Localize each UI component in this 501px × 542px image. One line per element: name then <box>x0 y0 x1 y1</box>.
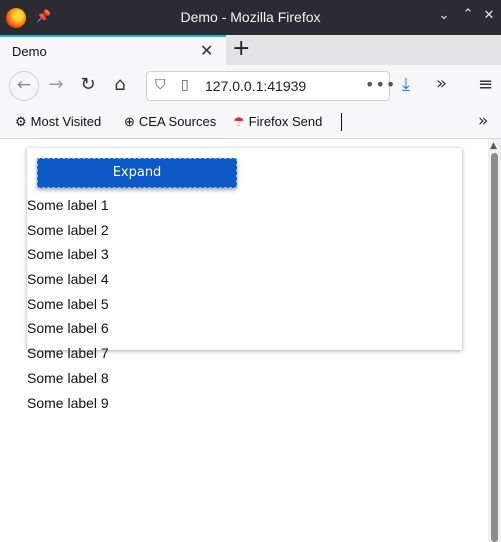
window-titlebar: 📌 Demo - Mozilla Firefox ⌄ ⌃ ✕ <box>0 0 501 35</box>
tab-demo[interactable]: Demo ✕ <box>0 35 226 65</box>
forward-icon[interactable]: → <box>44 74 68 95</box>
label-item: Some label 4 <box>27 271 109 288</box>
bookmark-firefox-send[interactable]: ☂ Firefox Send <box>233 114 322 130</box>
bookmark-most-visited[interactable]: ⚙ Most Visited <box>15 114 101 130</box>
hamburger-menu-icon[interactable]: ≡ <box>478 74 493 95</box>
close-tab-icon[interactable]: ✕ <box>200 41 213 60</box>
window-title: Demo - Mozilla Firefox <box>180 9 321 25</box>
gear-icon: ⚙ <box>15 114 27 129</box>
overflow-menu-icon[interactable]: » <box>436 73 447 94</box>
text-cursor <box>341 113 342 131</box>
close-icon[interactable]: ✕ <box>481 8 497 23</box>
globe-icon: ⊕ <box>124 114 135 129</box>
tab-strip: Demo ✕ + <box>0 35 501 65</box>
reload-icon[interactable]: ↻ <box>76 74 100 95</box>
page-content: Expand Some label 1 Some label 2 Some la… <box>0 139 488 542</box>
label-item: Some label 2 <box>27 221 109 238</box>
label-item: Some label 3 <box>27 246 109 263</box>
vertical-scrollbar[interactable]: ▲ <box>488 139 501 542</box>
url-text[interactable]: 127.0.0.1:41939 <box>205 78 306 94</box>
bookmark-label: Firefox Send <box>248 114 323 129</box>
new-tab-icon[interactable]: + <box>232 36 250 61</box>
page-icon: ▯ <box>181 77 189 93</box>
bookmarks-overflow-icon[interactable]: » <box>478 111 488 131</box>
label-item: Some label 8 <box>27 369 109 386</box>
chevron-down-icon[interactable]: ⌄ <box>436 8 452 23</box>
more-actions-icon[interactable]: ••• <box>365 75 396 94</box>
back-icon[interactable]: ← <box>9 71 39 101</box>
bookmark-cea-sources[interactable]: ⊕ CEA Sources <box>124 114 216 130</box>
tab-label: Demo <box>12 44 47 59</box>
label-item: Some label 6 <box>27 320 109 337</box>
expand-button[interactable]: Expand <box>37 158 237 188</box>
firefox-send-icon: ☂ <box>233 114 245 129</box>
download-icon[interactable]: ⤓ <box>402 74 410 95</box>
nav-bar: ← → ↻ ⌂ ⛉ ▯ 127.0.0.1:41939 ••• ⤓ » ≡ <box>0 65 501 108</box>
shield-icon[interactable]: ⛉ <box>155 77 166 93</box>
home-icon[interactable]: ⌂ <box>108 74 132 95</box>
scrollbar-thumb[interactable] <box>491 153 498 542</box>
label-item: Some label 9 <box>27 394 109 411</box>
label-item: Some label 5 <box>27 295 109 312</box>
url-bar[interactable]: ⛉ ▯ 127.0.0.1:41939 ••• <box>146 71 395 101</box>
scroll-up-icon[interactable]: ▲ <box>490 141 497 151</box>
label-item: Some label 7 <box>27 345 109 362</box>
bookmark-label: Most Visited <box>30 114 102 129</box>
chevron-up-icon[interactable]: ⌃ <box>460 7 476 22</box>
bookmarks-bar: ⚙ Most Visited ⊕ CEA Sources ☂ Firefox Send… <box>0 107 501 139</box>
label-list: Some label 1 Some label 2 Some label 3 S… <box>27 195 109 417</box>
label-item: Some label 1 <box>27 197 109 213</box>
bookmark-label: CEA Sources <box>138 114 217 129</box>
